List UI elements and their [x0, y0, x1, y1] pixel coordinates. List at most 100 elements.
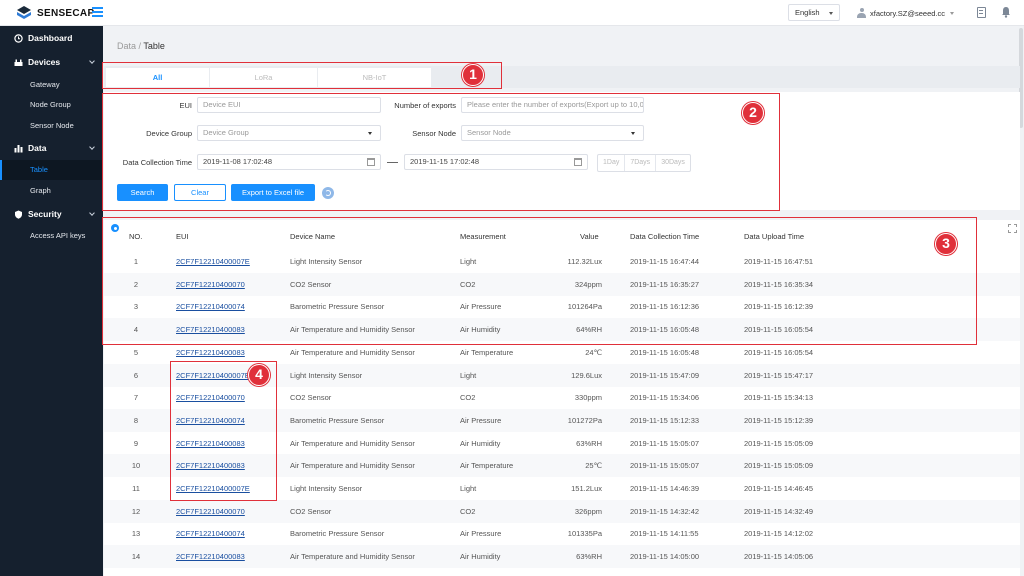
cell-eui-link[interactable]: 2CF7F12210400083: [176, 545, 245, 568]
cell-collection-time: 2019-11-15 14:05:00: [630, 552, 700, 562]
cell-device-name: Light Intensity Sensor: [290, 484, 363, 493]
table-row[interactable]: 13 2CF7F12210400074 Barometric Pressure Se…: [104, 522, 1020, 545]
cell-device-name: Light Intensity Sensor: [290, 370, 363, 380]
cell-upload-time: 2019-11-15 15:12:39: [744, 415, 814, 425]
sidebar-label: Security: [28, 209, 62, 219]
cell-collection-time: 2019-11-15 14:46:39: [630, 484, 700, 493]
cell-value: 330ppm: [574, 393, 602, 403]
sidebar-label: Devices: [28, 57, 61, 67]
cell-device-name: CO2 Sensor: [290, 506, 332, 516]
cell-upload-time: 2019-11-15 14:12:02: [744, 529, 814, 539]
cell-measurement: Light: [460, 370, 477, 380]
cell-collection-time: 2019-11-15 15:47:09: [630, 370, 700, 380]
sidebar-label: Data: [28, 143, 47, 153]
cell-upload-time: 2019-11-15 14:32:49: [744, 506, 814, 516]
cell-upload-time: 2019-11-15 14:46:45: [744, 484, 814, 493]
bell-icon[interactable]: [1001, 6, 1011, 18]
cell-measurement: Air Humidity: [460, 438, 501, 448]
callout-badge-4: 4: [248, 364, 270, 386]
cell-eui-link[interactable]: 2CF7F12210400070: [176, 500, 245, 523]
bar-chart-icon: [14, 144, 23, 153]
user-icon: [857, 8, 866, 18]
callout-badge-2: 2: [742, 102, 764, 124]
cell-collection-time: 2019-11-15 15:34:06: [630, 393, 700, 403]
sidebar-item-devices[interactable]: Devices: [0, 50, 103, 74]
user-email: xfactory.SZ@seeed.cc: [870, 8, 945, 18]
cell-upload-time: 2019-11-15 15:05:09: [744, 438, 814, 448]
cell-measurement: Air Pressure: [460, 415, 502, 425]
cell-collection-time: 2019-11-15 15:12:33: [630, 415, 700, 425]
cell-value: 101335Pa: [567, 529, 602, 539]
callout-box-1: [102, 62, 502, 89]
cell-no: 11: [132, 484, 140, 493]
cell-measurement: Air Temperature: [460, 461, 514, 471]
chevron-down-icon: [89, 58, 95, 64]
chevron-down-icon: [829, 12, 833, 15]
shield-icon: [14, 210, 23, 219]
table-row[interactable]: 12 2CF7F12210400070 CO2 Sensor CO2 326ppm 201…: [104, 499, 1020, 523]
cell-device-name: Air Temperature and Humidity Sensor: [290, 461, 415, 471]
table-row[interactable]: 14 2CF7F12210400083 Air Temperature and Hu…: [104, 545, 1020, 569]
cell-value: 129.6Lux: [571, 370, 602, 380]
chevron-down-icon: [950, 11, 954, 15]
sidebar-label: Dashboard: [28, 33, 73, 43]
cell-eui-link[interactable]: 2CF7F12210400074: [176, 522, 245, 545]
cell-upload-time: 2019-11-15 15:05:09: [744, 461, 814, 471]
callout-box-3: [102, 217, 977, 345]
cell-device-name: Air Temperature and Humidity Sensor: [290, 552, 415, 562]
cell-no: 8: [133, 415, 139, 425]
language-label: English: [795, 8, 820, 17]
brand-logo[interactable]: SENSECAP: [16, 5, 94, 21]
cell-value: 63%RH: [576, 552, 602, 562]
breadcrumb: Data / Table: [117, 41, 165, 51]
sidebar-item-dashboard[interactable]: Dashboard: [0, 26, 103, 50]
menu-toggle-icon[interactable]: [92, 7, 103, 19]
cell-no: 10: [131, 461, 141, 471]
cell-collection-time: 2019-11-15 15:05:07: [630, 461, 700, 471]
cell-value: 151.2Lux: [571, 484, 602, 493]
brand-name: SENSECAP: [37, 7, 95, 19]
cell-measurement: CO2: [460, 506, 476, 516]
callout-badge-3: 3: [935, 233, 957, 255]
cell-device-name: CO2 Sensor: [290, 393, 332, 403]
sensecap-logo-icon: [16, 5, 32, 21]
sidebar-item-sensor-node[interactable]: Sensor Node: [0, 116, 103, 136]
devices-icon: [14, 58, 23, 67]
sidebar-item-data[interactable]: Data: [0, 136, 103, 160]
cell-no: 9: [133, 438, 139, 448]
cell-device-name: Air Temperature and Humidity Sensor: [290, 438, 415, 448]
document-icon[interactable]: [977, 7, 986, 18]
cell-value: 326ppm: [574, 506, 602, 516]
cell-no: 13: [131, 529, 141, 539]
cell-device-name: Barometric Pressure Sensor: [290, 415, 385, 425]
fullscreen-icon[interactable]: [1008, 224, 1017, 233]
user-menu[interactable]: xfactory.SZ@seeed.cc: [857, 6, 954, 20]
cell-no: 12: [131, 506, 141, 516]
language-select[interactable]: English: [788, 4, 840, 21]
callout-badge-1: 1: [462, 64, 484, 86]
sidebar-item-gateway[interactable]: Gateway: [0, 75, 103, 95]
breadcrumb-parent[interactable]: Data: [117, 41, 136, 51]
sidebar-item-access-api-keys[interactable]: Access API keys: [0, 226, 103, 246]
cell-upload-time: 2019-11-15 15:47:17: [744, 370, 814, 380]
cell-upload-time: 2019-11-15 15:34:13: [744, 393, 814, 403]
cell-no: 14: [131, 552, 141, 562]
cell-no: 7: [133, 393, 139, 403]
cell-value: 25℃: [585, 461, 602, 471]
cell-value: 63%RH: [576, 438, 602, 448]
cell-measurement: Air Pressure: [460, 529, 502, 539]
cell-device-name: Barometric Pressure Sensor: [290, 529, 385, 539]
cell-measurement: Light: [460, 484, 477, 493]
cell-collection-time: 2019-11-15 15:05:07: [630, 438, 700, 448]
sidebar-item-node-group[interactable]: Node Group: [0, 95, 103, 115]
sidebar-item-graph[interactable]: Graph: [0, 181, 103, 201]
chevron-down-icon: [89, 210, 95, 216]
top-bar: SENSECAP English xfactory.SZ@seeed.cc: [0, 0, 1024, 26]
clock-icon: [14, 33, 23, 43]
cell-collection-time: 2019-11-15 14:11:55: [630, 529, 699, 539]
sidebar-item-security[interactable]: Security: [0, 202, 103, 226]
callout-box-2: [102, 93, 780, 211]
cell-measurement: Air Humidity: [460, 552, 501, 562]
cell-collection-time: 2019-11-15 14:32:42: [630, 506, 700, 516]
sidebar-item-table[interactable]: Table: [0, 160, 103, 180]
